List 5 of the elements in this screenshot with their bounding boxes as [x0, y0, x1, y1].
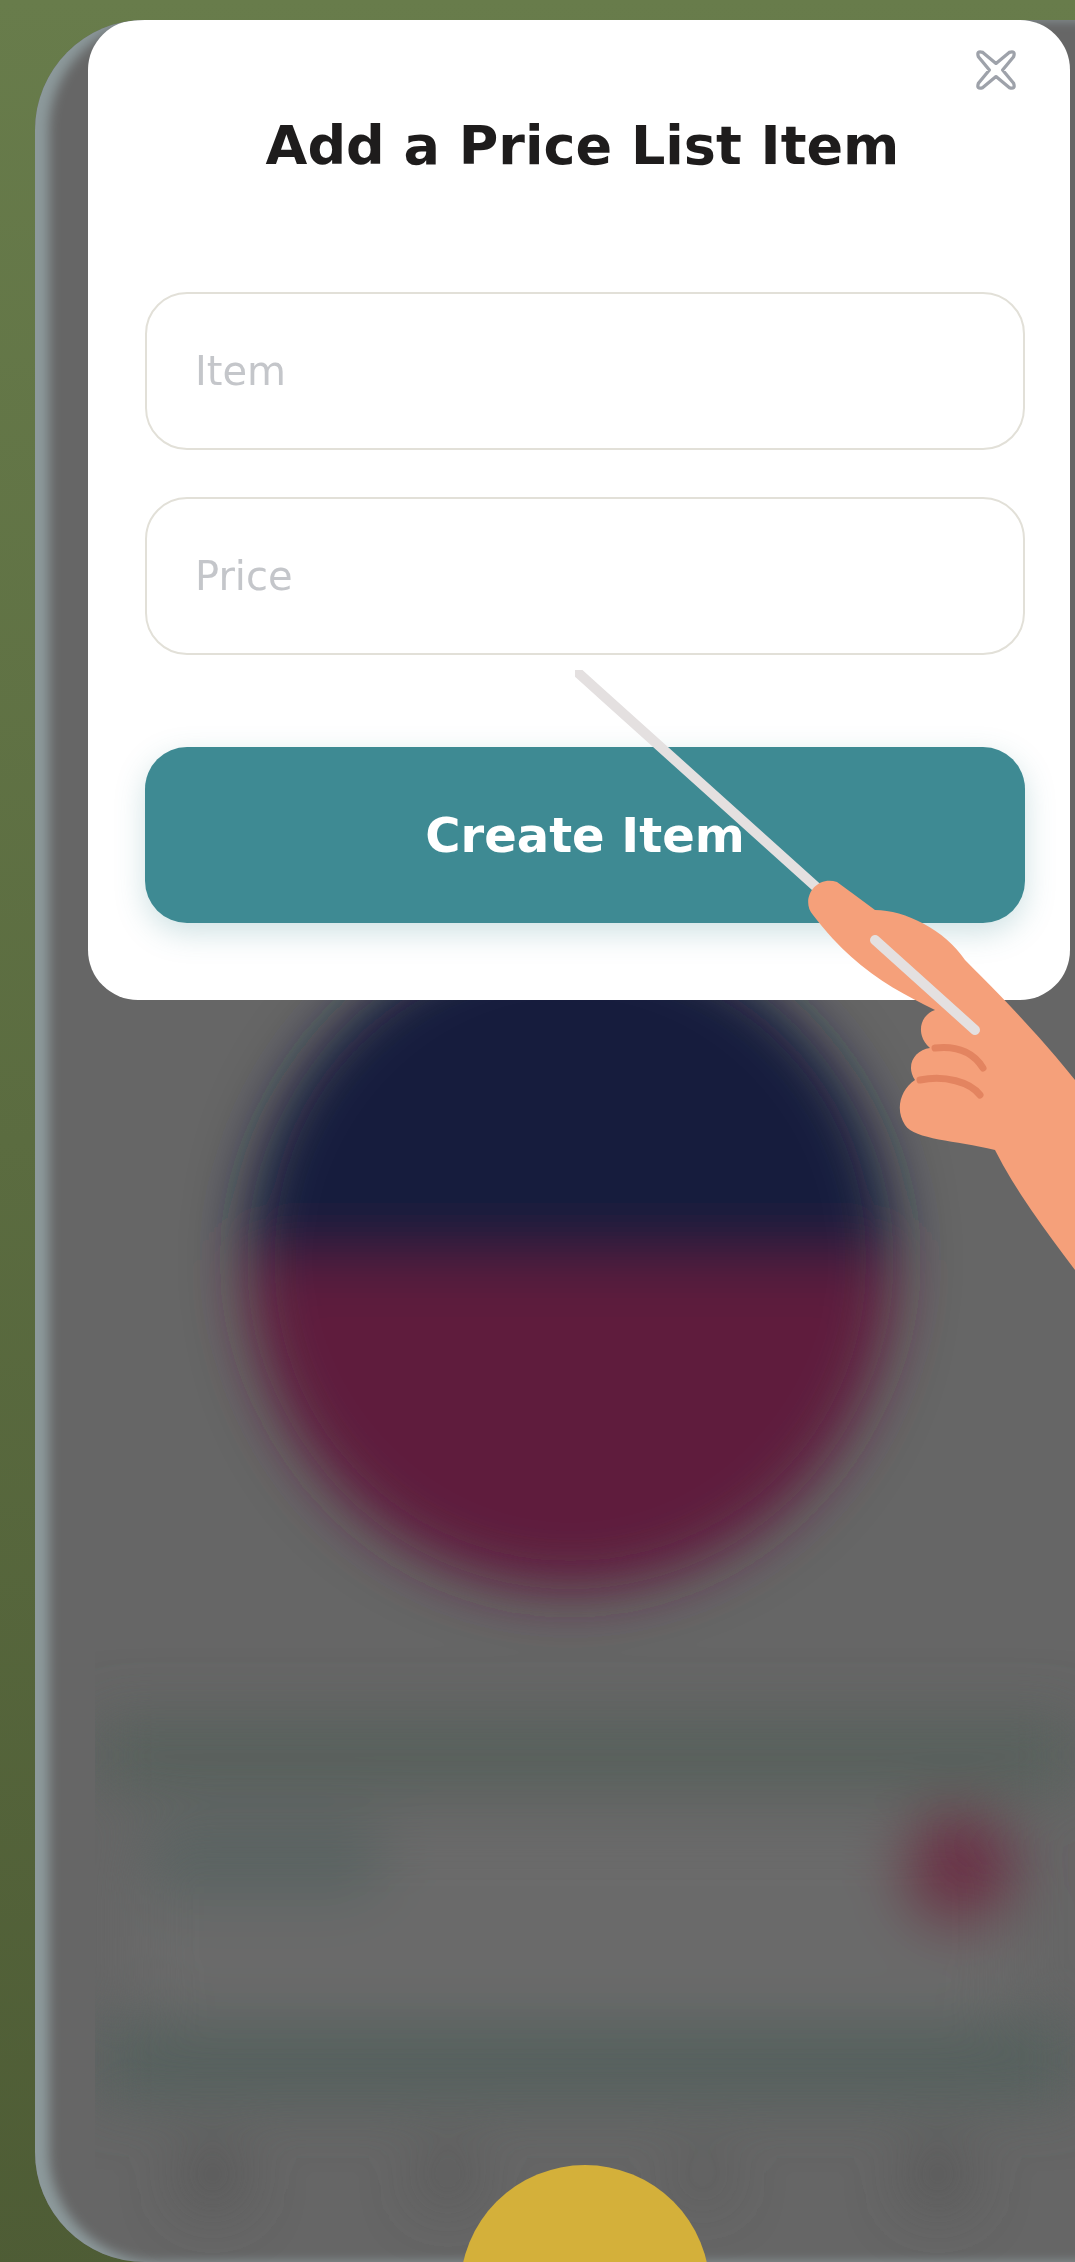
dialog-title: Add a Price List Item	[264, 113, 901, 179]
input-field[interactable]: Item	[145, 292, 1025, 450]
create-item-button[interactable]: Create Item	[145, 747, 1025, 923]
close-icon[interactable]	[974, 48, 1018, 92]
input-field[interactable]: Price	[145, 497, 1025, 655]
